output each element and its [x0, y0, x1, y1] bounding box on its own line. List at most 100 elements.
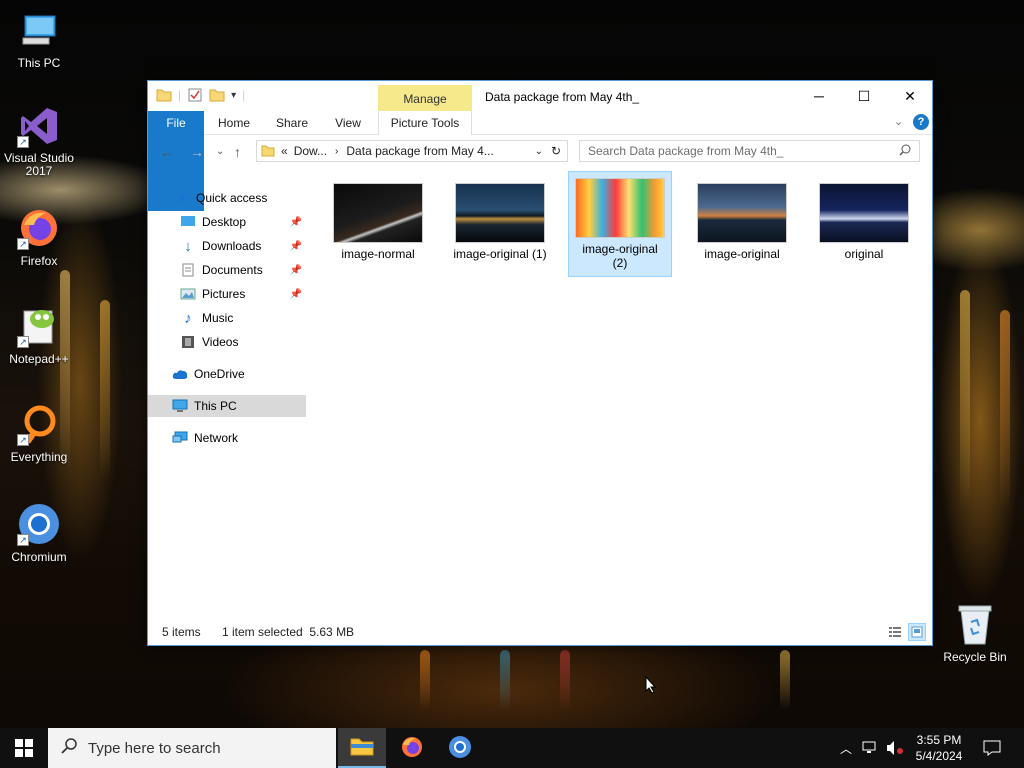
minimize-button[interactable]: ─ — [796, 81, 842, 111]
sidebar-item-label: Quick access — [196, 191, 268, 205]
new-folder-icon[interactable] — [209, 87, 225, 103]
maximize-button[interactable]: ☐ — [841, 81, 887, 111]
everything-search-icon: ↗ — [17, 402, 61, 446]
desktop-icon-recycle-bin[interactable]: Recycle Bin — [938, 602, 1012, 664]
recycle-bin-icon — [953, 602, 997, 646]
start-button[interactable] — [0, 728, 48, 768]
desktop-icon-label: Notepad++ — [9, 352, 69, 366]
search-placeholder: Search Data package from May 4th_ — [588, 144, 784, 158]
file-name: image-original — [704, 247, 780, 261]
forward-arrow-icon[interactable]: → — [190, 144, 204, 160]
sidebar-item-desktop[interactable]: Desktop 📌 — [148, 211, 306, 233]
shortcut-arrow-icon: ↗ — [17, 534, 29, 546]
chromium-icon — [448, 735, 472, 762]
pin-icon: 📌 — [289, 288, 302, 300]
network-status-icon[interactable] — [862, 728, 880, 768]
help-icon[interactable]: ? — [913, 114, 929, 130]
breadcrumb-current-folder[interactable]: Data package from May 4... — [346, 144, 493, 158]
taskbar-firefox[interactable] — [388, 728, 436, 768]
search-input[interactable]: Search Data package from May 4th_ — [579, 140, 920, 162]
close-button[interactable]: ✕ — [887, 81, 933, 111]
sidebar-item-music[interactable]: ♪ Music — [148, 307, 306, 329]
file-name: image-normal — [341, 247, 415, 261]
film-icon — [180, 334, 196, 350]
notepad-plus-plus-icon: ↗ — [17, 304, 61, 348]
desktop-icon-this-pc[interactable]: This PC — [2, 8, 76, 70]
tab-share[interactable]: Share — [268, 111, 316, 135]
tab-view[interactable]: View — [324, 111, 372, 135]
clock[interactable]: 3:55 PM 5/4/2024 — [910, 732, 968, 764]
volume-muted-icon[interactable] — [886, 728, 904, 768]
file-item[interactable]: original — [812, 179, 916, 279]
file-item[interactable]: image-original — [690, 179, 794, 279]
sidebar-item-label: Videos — [202, 335, 239, 349]
sidebar-item-network[interactable]: Network — [148, 427, 306, 449]
image-thumbnail — [697, 183, 787, 243]
pin-icon: 📌 — [289, 216, 302, 228]
desktop-icon-label: Firefox — [20, 254, 58, 268]
desktop-icon-label: Recycle Bin — [943, 650, 1007, 664]
taskbar: Type here to search ︿ 3:55 PM 5/4/2024 — [0, 728, 1024, 768]
tab-home[interactable]: Home — [210, 111, 258, 135]
breadcrumb-downloads[interactable]: Dow... — [294, 144, 327, 158]
address-dropdown-icon[interactable]: ⌄ — [535, 146, 543, 157]
address-overflow[interactable]: « — [281, 144, 288, 158]
image-thumbnail — [333, 183, 423, 243]
file-list: image-normal image-original (1) image-or… — [320, 171, 920, 627]
taskbar-search-input[interactable]: Type here to search — [48, 728, 336, 768]
sidebar-item-quick-access[interactable]: ★ Quick access — [148, 187, 306, 209]
shortcut-arrow-icon: ↗ — [17, 336, 29, 348]
file-name: image-original (1) — [453, 247, 547, 261]
shortcut-arrow-icon: ↗ — [17, 434, 29, 446]
chromium-icon: ↗ — [17, 502, 61, 546]
windows-logo-icon — [15, 739, 33, 757]
show-hidden-icons-icon[interactable]: ︿ — [840, 728, 852, 768]
file-explorer-icon — [350, 736, 374, 759]
tab-picture-tools[interactable]: Picture Tools — [378, 111, 472, 135]
refresh-icon[interactable]: ↻ — [551, 144, 561, 158]
sidebar-item-this-pc[interactable]: This PC — [148, 395, 306, 417]
star-icon: ★ — [175, 189, 189, 206]
details-view-icon[interactable] — [886, 623, 904, 641]
file-name: image-original (2) — [582, 242, 658, 270]
back-arrow-icon[interactable]: ← — [160, 144, 174, 160]
sidebar-item-label: Pictures — [202, 287, 246, 301]
properties-icon[interactable] — [187, 87, 203, 103]
title-bar: | ▾ | Manage Data package from May 4th_ … — [148, 81, 932, 111]
file-item[interactable]: image-original (2) — [568, 171, 672, 277]
clock-time: 3:55 PM — [916, 733, 962, 747]
file-item[interactable]: image-original (1) — [448, 179, 552, 279]
desktop-icon-chromium[interactable]: ↗ Chromium — [2, 502, 76, 564]
desktop-icon-visual-studio[interactable]: ↗ Visual Studio 2017 — [2, 104, 76, 178]
tab-manage[interactable]: Manage — [378, 85, 472, 111]
chevron-right-icon[interactable]: › — [335, 146, 338, 157]
selection-info: 1 item selected 5.63 MB — [222, 625, 355, 639]
desktop-icon-notepad-plus-plus[interactable]: ↗ Notepad++ — [2, 304, 76, 366]
desktop-icon-everything[interactable]: ↗ Everything — [2, 402, 76, 464]
customize-qat-icon[interactable]: ▾ — [231, 90, 236, 101]
sidebar-item-documents[interactable]: Documents 📌 — [148, 259, 306, 281]
address-bar[interactable]: « Dow... › Data package from May 4... ⌄ … — [256, 140, 568, 162]
up-arrow-icon[interactable]: ↑ — [234, 144, 241, 160]
sidebar-item-label: Downloads — [202, 239, 262, 253]
file-item[interactable]: image-normal — [326, 179, 430, 279]
recent-locations-icon[interactable]: ⌄ — [216, 146, 224, 157]
taskbar-file-explorer[interactable] — [338, 728, 386, 768]
navigation-pane: ★ Quick access Desktop 📌 ↓ Downloads 📌 D… — [148, 177, 306, 477]
desktop-icon-firefox[interactable]: ↗ Firefox — [2, 206, 76, 268]
sidebar-item-downloads[interactable]: ↓ Downloads 📌 — [148, 235, 306, 257]
sidebar-item-onedrive[interactable]: OneDrive — [148, 363, 306, 385]
sidebar-item-label: Documents — [202, 263, 263, 277]
taskbar-chromium[interactable] — [436, 728, 484, 768]
mouse-cursor-icon — [645, 675, 657, 697]
large-icons-view-icon[interactable] — [908, 623, 926, 641]
visual-studio-icon: ↗ — [17, 104, 61, 148]
firefox-icon: ↗ — [17, 206, 61, 250]
sidebar-item-pictures[interactable]: Pictures 📌 — [148, 283, 306, 305]
ribbon-expand-icon[interactable]: ⌄ — [894, 115, 903, 128]
notification-center-icon[interactable] — [983, 728, 1001, 768]
status-bar: 5 items 1 item selected 5.63 MB — [148, 619, 932, 645]
sidebar-item-videos[interactable]: Videos — [148, 331, 306, 353]
picture-tools-label: Picture Tools — [390, 116, 460, 130]
sidebar-item-label: This PC — [194, 399, 237, 413]
